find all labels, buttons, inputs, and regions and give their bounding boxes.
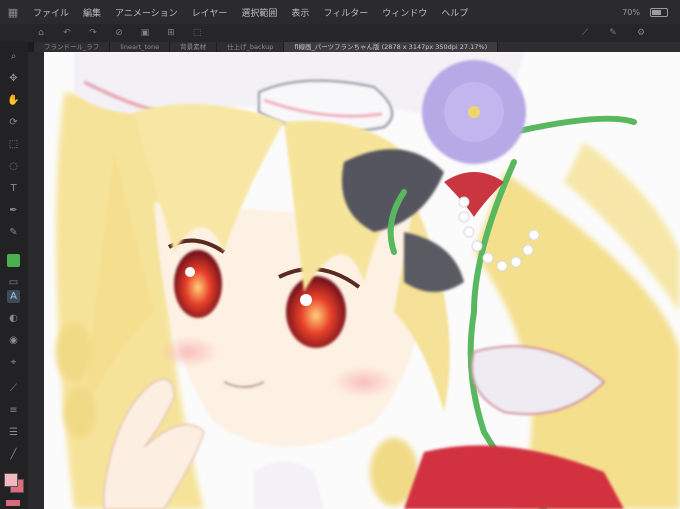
drawing-canvas[interactable] [44, 52, 680, 509]
transform-icon[interactable]: ⊞ [164, 27, 178, 39]
right-toolbar: ⟋ ✎ ⚙ [578, 27, 662, 39]
menu-file[interactable]: ファイル [26, 6, 76, 19]
lasso-icon[interactable]: ◌ [7, 160, 20, 173]
redo-icon[interactable]: ↷ [86, 27, 100, 39]
menu-edit[interactable]: 編集 [76, 6, 108, 19]
pen-icon[interactable]: ✒ [7, 204, 20, 217]
ruler-icon[interactable]: ⟋ [578, 27, 592, 39]
select-icon[interactable]: ⬚ [190, 27, 204, 39]
home-icon[interactable]: ⌂ [34, 27, 48, 39]
tab-document-4[interactable]: 仕上げ_backup [217, 42, 285, 52]
menu-help[interactable]: ヘルプ [434, 6, 475, 19]
blend-icon[interactable]: ◐ [7, 312, 20, 325]
brush-icon[interactable]: ✎ [7, 226, 20, 239]
airbrush-icon[interactable]: A [7, 290, 20, 303]
tab-document-1[interactable]: フランドール_ラフ [34, 42, 111, 52]
layer-icon[interactable]: ≡ [7, 404, 20, 417]
menu-view[interactable]: 表示 [284, 6, 316, 19]
hand-tool-icon[interactable]: ☰ [7, 426, 20, 439]
toolbar: ⌂ ↶ ↷ ⊘ ▣ ⊞ ⬚ ⟋ ✎ ⚙ [0, 24, 680, 42]
ruler-icon[interactable]: ⟋ [7, 382, 20, 395]
clear-icon[interactable]: ⊘ [112, 27, 126, 39]
foreground-color-swatch[interactable] [4, 473, 18, 487]
fill-icon[interactable]: ▣ [138, 27, 152, 39]
document-tab-bar: フランドール_ラフ lineart_tone 背景素材 仕上げ_backup f… [34, 42, 680, 52]
canvas-ruler-edge [28, 52, 44, 509]
tool-palette: ⌕ ✥ ✋ ⟳ ⬚ ◌ T ✒ ✎ ▭ A ◐ ◉ ⌖ ⟋ ≡ ☰ ╱ [0, 42, 28, 509]
undo-icon[interactable]: ↶ [60, 27, 74, 39]
menu-window[interactable]: ウィンドウ [375, 6, 434, 19]
fill-icon[interactable]: ◉ [7, 334, 20, 347]
menu-layer[interactable]: レイヤー [185, 6, 235, 19]
menu-animation[interactable]: アニメーション [108, 6, 185, 19]
canvas-illustration [44, 52, 680, 509]
green-layer-icon[interactable] [7, 254, 20, 267]
eraser-icon[interactable]: ▭ [7, 276, 20, 289]
battery-icon [650, 7, 668, 17]
settings-icon[interactable]: ⚙ [634, 27, 648, 39]
hand-icon[interactable]: ✋ [7, 94, 20, 107]
menu-selection[interactable]: 選択範囲 [234, 6, 284, 19]
tab-document-active[interactable]: fl線画_パーツフランちゃん版 (2878 x 3147px 350dpi 27… [284, 42, 499, 52]
pen-pressure-icon[interactable]: ✎ [606, 27, 620, 39]
menu-filter[interactable]: フィルター [316, 6, 375, 19]
tab-document-2[interactable]: lineart_tone [110, 42, 171, 52]
eyedropper-icon[interactable]: ⌖ [7, 356, 20, 369]
app-logo-icon[interactable]: ▦ [0, 0, 26, 24]
tab-document-3[interactable]: 背景素材 [170, 42, 218, 52]
color-slider[interactable] [6, 500, 20, 506]
rotate-icon[interactable]: ⟳ [7, 116, 20, 129]
text-icon[interactable]: T [7, 182, 20, 195]
line-icon[interactable]: ╱ [7, 448, 20, 461]
move-icon[interactable]: ✥ [7, 72, 20, 85]
select-icon[interactable]: ⬚ [7, 138, 20, 151]
menu-bar: ▦ ファイル 編集 アニメーション レイヤー 選択範囲 表示 フィルター ウィン… [0, 0, 680, 24]
zoom-icon[interactable]: ⌕ [7, 50, 20, 63]
battery-text: 70% [622, 7, 640, 17]
